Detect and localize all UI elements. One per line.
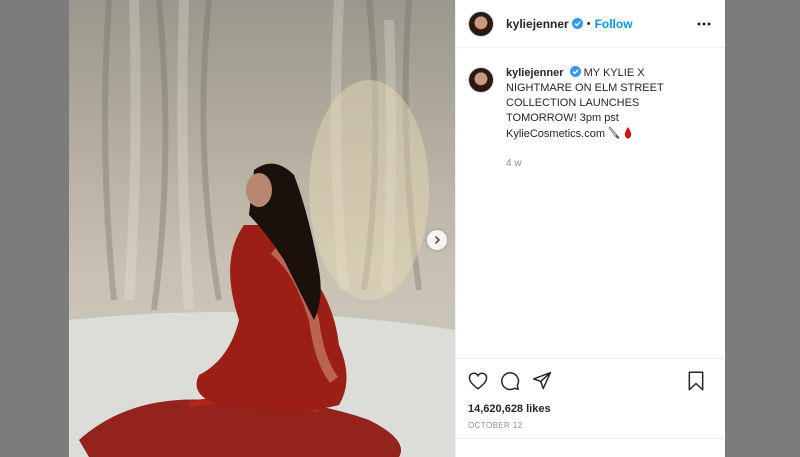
blood-drop-emoji-icon	[623, 126, 633, 144]
post-date[interactable]: OCTOBER 12	[468, 421, 713, 430]
follow-button[interactable]: Follow	[595, 17, 633, 31]
caption-username[interactable]: kyliejenner	[506, 67, 563, 79]
author-avatar[interactable]	[468, 10, 494, 37]
comment-icon[interactable]	[500, 371, 520, 391]
comment-bar[interactable]	[456, 438, 725, 457]
bookmark-icon[interactable]	[687, 371, 705, 391]
post-photo-art	[69, 0, 455, 457]
like-count[interactable]: 14,620,628 likes	[468, 403, 713, 415]
post-photo[interactable]	[69, 0, 455, 457]
post-header: kyliejenner • Follow	[456, 0, 725, 48]
author-username[interactable]: kyliejenner	[506, 17, 569, 31]
next-image-button[interactable]	[427, 230, 447, 250]
knife-emoji-icon	[608, 126, 620, 144]
post-actions: 14,620,628 likes OCTOBER 12	[456, 358, 725, 430]
caption-avatar[interactable]	[468, 67, 494, 93]
caption-text: kyliejenner MY KYLIE X NIGHTMARE ON ELM …	[506, 66, 706, 144]
post-caption: kyliejenner MY KYLIE X NIGHTMARE ON ELM …	[456, 48, 725, 169]
separator-dot: •	[586, 17, 591, 30]
heart-icon[interactable]	[468, 372, 488, 390]
chevron-right-icon	[434, 235, 441, 245]
post-details-panel: kyliejenner • Follow kyliejenner MY KYLI…	[455, 0, 725, 457]
verified-badge-icon	[569, 66, 581, 77]
more-options-icon[interactable]	[697, 22, 711, 26]
instagram-post: kyliejenner • Follow kyliejenner MY KYLI…	[69, 0, 725, 457]
caption-timestamp[interactable]: 4 w	[506, 158, 706, 169]
verified-badge-icon	[571, 18, 583, 29]
share-icon[interactable]	[532, 371, 552, 391]
